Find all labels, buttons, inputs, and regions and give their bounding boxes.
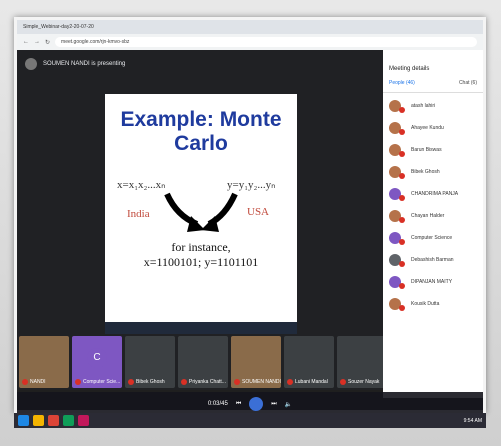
window-title: Simple_Webinar-day2-20-07-20 — [17, 20, 483, 34]
mic-muted-icon — [399, 217, 405, 223]
people-list-item[interactable]: Chayan Halder — [389, 205, 477, 227]
participant-tile[interactable]: Priyanka Chatt... — [178, 336, 228, 388]
mic-muted-icon — [399, 261, 405, 267]
clock: 9:54 AM — [463, 417, 482, 424]
label-usa: USA — [247, 206, 270, 218]
people-list-item[interactable]: Bibek Ghosh — [389, 161, 477, 183]
rewind-icon[interactable]: ⏮ — [236, 401, 241, 408]
forward-icon[interactable]: → — [34, 39, 40, 45]
person-name: Chayan Halder — [411, 213, 445, 219]
instance-text: for instance, x=1100101; y=1101101 — [105, 240, 297, 270]
presenter-text: SOUMEN NANDI is presenting — [43, 61, 126, 67]
panel-tabs: People (46) Chat (6) — [383, 80, 483, 93]
participant-name-tag: NANDI — [22, 379, 46, 385]
x-sequence: x=x₁x₂...xₙ — [117, 179, 166, 191]
participant-name: Bibek Ghosh — [136, 379, 165, 385]
chrome-icon[interactable] — [48, 415, 59, 426]
participant-tile[interactable]: Souzer Nayak — [337, 336, 387, 388]
volume-icon[interactable]: 🔈 — [285, 401, 292, 408]
address-bar[interactable]: meet.google.com/rjn-kmvo-sbz — [55, 37, 477, 47]
people-list-item[interactable]: Kousik Dutta — [389, 293, 477, 315]
time-readout: 0:03/45 — [207, 401, 228, 407]
meeting-details-panel: Meeting details People (46) Chat (6) ata… — [383, 50, 483, 398]
people-list-item[interactable]: Computer Science — [389, 227, 477, 249]
mic-muted-icon — [399, 129, 405, 135]
mic-muted-icon — [22, 379, 28, 385]
mic-muted-icon — [75, 379, 81, 385]
mic-muted-icon — [399, 195, 405, 201]
people-list-item[interactable]: atash lahiri — [389, 95, 477, 117]
slide-title: Example: Monte Carlo — [120, 108, 282, 155]
reload-icon[interactable]: ↻ — [45, 39, 50, 46]
participant-initial: C — [87, 348, 107, 368]
participant-name-tag: Computer Scie... — [75, 379, 120, 385]
mic-muted-icon — [287, 379, 293, 385]
panel-title: Meeting details — [389, 66, 430, 72]
avatar — [25, 58, 37, 70]
play-button[interactable] — [249, 397, 264, 411]
person-name: Ahayee Kundu — [411, 125, 444, 131]
participant-tile[interactable]: Bibek Ghosh — [125, 336, 175, 388]
people-list: atash lahiri Ahayee Kundu Barun Biswas Bibe… — [383, 93, 483, 317]
merge-arrows-icon — [164, 192, 238, 232]
tab-chat[interactable]: Chat (6) — [459, 80, 477, 86]
mic-muted-icon — [399, 173, 405, 179]
participant-name-tag: Lubani Mandal — [287, 379, 328, 385]
people-list-item[interactable]: Barun Biswas — [389, 139, 477, 161]
participant-tile[interactable]: Lubani Mandal — [284, 336, 334, 388]
person-name: DIPANJAN MAITY — [411, 279, 453, 285]
person-name: atash lahiri — [411, 103, 436, 109]
mic-muted-icon — [340, 379, 346, 385]
person-name: Debashish Barman — [411, 257, 454, 263]
instance-line-2: x=1100101; y=1101101 — [143, 255, 259, 269]
shared-screen-taskbar — [105, 322, 297, 334]
person-name: Bibek Ghosh — [411, 169, 440, 175]
browser-toolbar: ← → ↻ meet.google.com/rjn-kmvo-sbz — [17, 34, 483, 50]
explorer-icon[interactable] — [33, 415, 44, 426]
people-list-item[interactable]: DIPANJAN MAITY — [389, 271, 477, 293]
instance-line-1: for instance, — [171, 240, 231, 254]
person-name: Kousik Dutta — [411, 301, 440, 307]
participant-tile[interactable]: NANDI — [19, 336, 69, 388]
tab-people[interactable]: People (46) — [389, 80, 415, 86]
participant-name: Computer Scie... — [83, 379, 121, 385]
person-name: Computer Science — [411, 235, 453, 241]
mic-muted-icon — [399, 305, 405, 311]
presentation-slide: Example: Monte Carlo x=x₁x₂...xₙ y=y₁y₂.… — [105, 94, 297, 322]
app-icon[interactable] — [63, 415, 74, 426]
participant-tiles: NANDI C Computer Scie... Bibek Ghosh Priyank… — [17, 336, 389, 390]
participant-name: Lubani Mandal — [295, 379, 328, 385]
back-icon[interactable]: ← — [23, 39, 29, 45]
start-icon[interactable] — [18, 415, 29, 426]
os-taskbar: 9:54 AM — [14, 413, 486, 428]
monitor-screen: Simple_Webinar-day2-20-07-20 ← → ↻ meet.… — [14, 17, 486, 416]
person-name: CHANDRIMA PANJA — [411, 191, 459, 197]
presenter-bar: SOUMEN NANDI is presenting — [25, 58, 125, 70]
powerpoint-icon[interactable] — [78, 415, 89, 426]
participant-name-tag: Priyanka Chatt... — [181, 379, 226, 385]
participant-tile[interactable]: C Computer Scie... — [72, 336, 122, 388]
meet-stage: SOUMEN NANDI is presenting Example: Mont… — [17, 50, 389, 390]
participant-name: SOUMEN NANDI — [242, 379, 281, 385]
participant-name: Priyanka Chatt... — [189, 379, 226, 385]
forward-icon[interactable]: ⏭ — [271, 401, 276, 408]
mic-muted-icon — [399, 151, 405, 157]
label-india: India — [127, 208, 150, 220]
participant-name-tag: SOUMEN NANDI — [234, 379, 281, 385]
mic-muted-icon — [128, 379, 134, 385]
person-name: Barun Biswas — [411, 147, 442, 153]
participant-name-tag: Souzer Nayak — [340, 379, 379, 385]
participant-name: Souzer Nayak — [348, 379, 380, 385]
people-list-item[interactable]: Ahayee Kundu — [389, 117, 477, 139]
mic-muted-icon — [399, 239, 405, 245]
participant-tile[interactable]: SOUMEN NANDI — [231, 336, 281, 388]
mic-muted-icon — [399, 283, 405, 289]
people-list-item[interactable]: CHANDRIMA PANJA — [389, 183, 477, 205]
participant-name-tag: Bibek Ghosh — [128, 379, 165, 385]
mic-muted-icon — [181, 379, 187, 385]
participant-name: NANDI — [30, 379, 46, 385]
people-list-item[interactable]: Debashish Barman — [389, 249, 477, 271]
mic-muted-icon — [399, 107, 405, 113]
mic-muted-icon — [234, 379, 240, 385]
